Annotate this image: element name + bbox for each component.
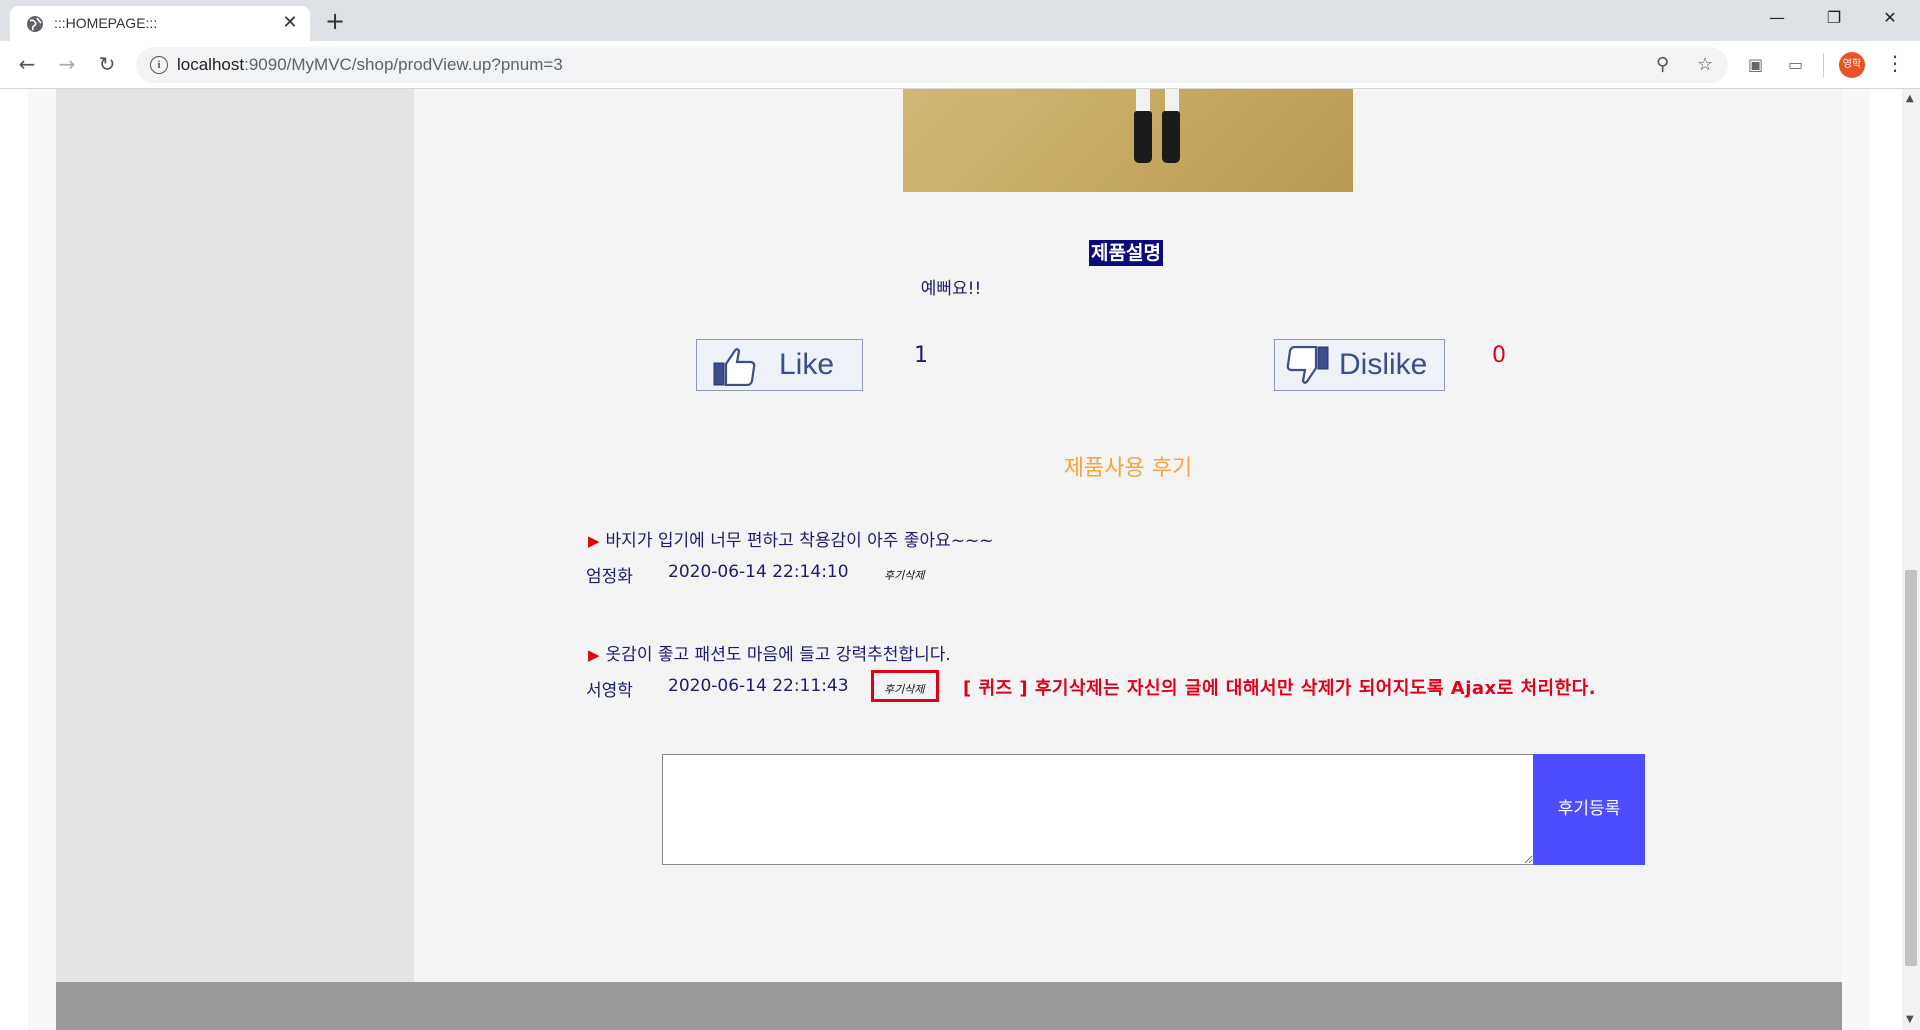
reload-icon[interactable]: ↻ xyxy=(92,49,122,79)
star-icon[interactable]: ☆ xyxy=(1697,54,1713,75)
review-date: 2020-06-14 22:14:10 xyxy=(668,562,849,582)
url-path: :9090/MyMVC/shop/prodView.up?pnum=3 xyxy=(244,55,563,74)
footer xyxy=(56,982,1842,1030)
zoom-icon[interactable]: ⚲ xyxy=(1656,54,1669,75)
review-text-content: 옷감이 좋고 패션도 마음에 들고 강력추천합니다. xyxy=(605,645,951,665)
submit-review-button[interactable]: 후기등록 xyxy=(1533,754,1645,865)
cast-icon[interactable]: ▭ xyxy=(1788,55,1803,74)
url-host: localhost xyxy=(177,55,245,74)
reviews-heading: 제품사용 후기 xyxy=(1063,456,1193,481)
review-input[interactable] xyxy=(662,754,1534,865)
description-heading: 제품설명 xyxy=(1089,240,1163,266)
triangle-right-icon: ▶ xyxy=(588,646,600,664)
dislike-button[interactable]: Dislike xyxy=(1274,339,1445,391)
dislike-count: 0 xyxy=(1492,343,1506,368)
review-text: ▶ 바지가 입기에 너무 편하고 착용감이 아주 좋아요~~~ xyxy=(588,526,994,551)
scroll-thumb[interactable] xyxy=(1905,570,1917,966)
page-viewport: 제품설명 예뻐요!! Like 1 Dislike 0 제품사용 후기 ▶ 바지가… xyxy=(0,89,1902,1030)
url-text[interactable]: localhost:9090/MyMVC/shop/prodView.up?pn… xyxy=(177,55,563,75)
thumbs-down-icon xyxy=(1286,346,1329,384)
like-label: Like xyxy=(779,348,835,381)
browser-tab[interactable]: :::HOMEPAGE::: ✕ xyxy=(10,6,310,41)
menu-dots-icon[interactable]: ⋮ xyxy=(1885,51,1905,75)
forward-arrow-icon[interactable]: → xyxy=(52,49,82,79)
model-leg-left xyxy=(1136,89,1150,113)
tab-title: :::HOMEPAGE::: xyxy=(54,15,158,31)
description-text: 예뻐요!! xyxy=(920,279,982,299)
scrollbar[interactable]: ▲ ▼ xyxy=(1902,89,1920,1030)
restore-button[interactable]: ❐ xyxy=(1814,8,1854,27)
browser-toolbar: ← → ↻ i localhost:9090/MyMVC/shop/prodVi… xyxy=(0,41,1920,89)
minimize-button[interactable]: — xyxy=(1757,8,1797,27)
back-arrow-icon[interactable]: ← xyxy=(12,49,42,79)
review-text: ▶ 옷감이 좋고 패션도 마음에 들고 강력추천합니다. xyxy=(588,640,951,665)
triangle-right-icon: ▶ xyxy=(588,532,600,550)
boot-right xyxy=(1162,111,1180,163)
boot-left xyxy=(1134,111,1152,163)
like-button[interactable]: Like xyxy=(696,339,863,391)
review-date: 2020-06-14 22:11:43 xyxy=(668,676,849,696)
globe-icon xyxy=(27,16,43,32)
tab-strip: :::HOMEPAGE::: ✕ + — ❐ ✕ xyxy=(0,0,1920,41)
dislike-label: Dislike xyxy=(1339,348,1428,381)
extension-icon[interactable]: ▣ xyxy=(1748,55,1763,74)
model-leg-right xyxy=(1165,89,1179,113)
toolbar-divider xyxy=(1823,53,1824,77)
product-image xyxy=(903,89,1353,192)
left-sidebar xyxy=(56,89,414,982)
close-icon[interactable]: ✕ xyxy=(280,13,300,33)
thumbs-up-icon xyxy=(713,348,756,386)
like-count: 1 xyxy=(914,343,928,368)
window-close-button[interactable]: ✕ xyxy=(1870,8,1910,27)
delete-review-button[interactable]: 후기삭제 xyxy=(884,681,924,697)
delete-review-button[interactable]: 후기삭제 xyxy=(884,567,924,583)
avatar[interactable]: 영학 xyxy=(1839,52,1865,78)
quiz-note: [ 퀴즈 ] 후기삭제는 자신의 글에 대해서만 삭제가 되어지도록 Ajax로… xyxy=(963,678,1597,699)
scroll-up-icon[interactable]: ▲ xyxy=(1906,93,1914,104)
review-author: 엄정화 xyxy=(586,567,633,587)
scroll-down-icon[interactable]: ▼ xyxy=(1906,1014,1914,1025)
info-icon[interactable]: i xyxy=(150,56,168,74)
address-bar[interactable]: i localhost:9090/MyMVC/shop/prodView.up?… xyxy=(136,47,1728,83)
review-author: 서영학 xyxy=(586,681,633,701)
review-text-content: 바지가 입기에 너무 편하고 착용감이 아주 좋아요~~~ xyxy=(605,531,994,551)
new-tab-button[interactable]: + xyxy=(325,9,345,33)
